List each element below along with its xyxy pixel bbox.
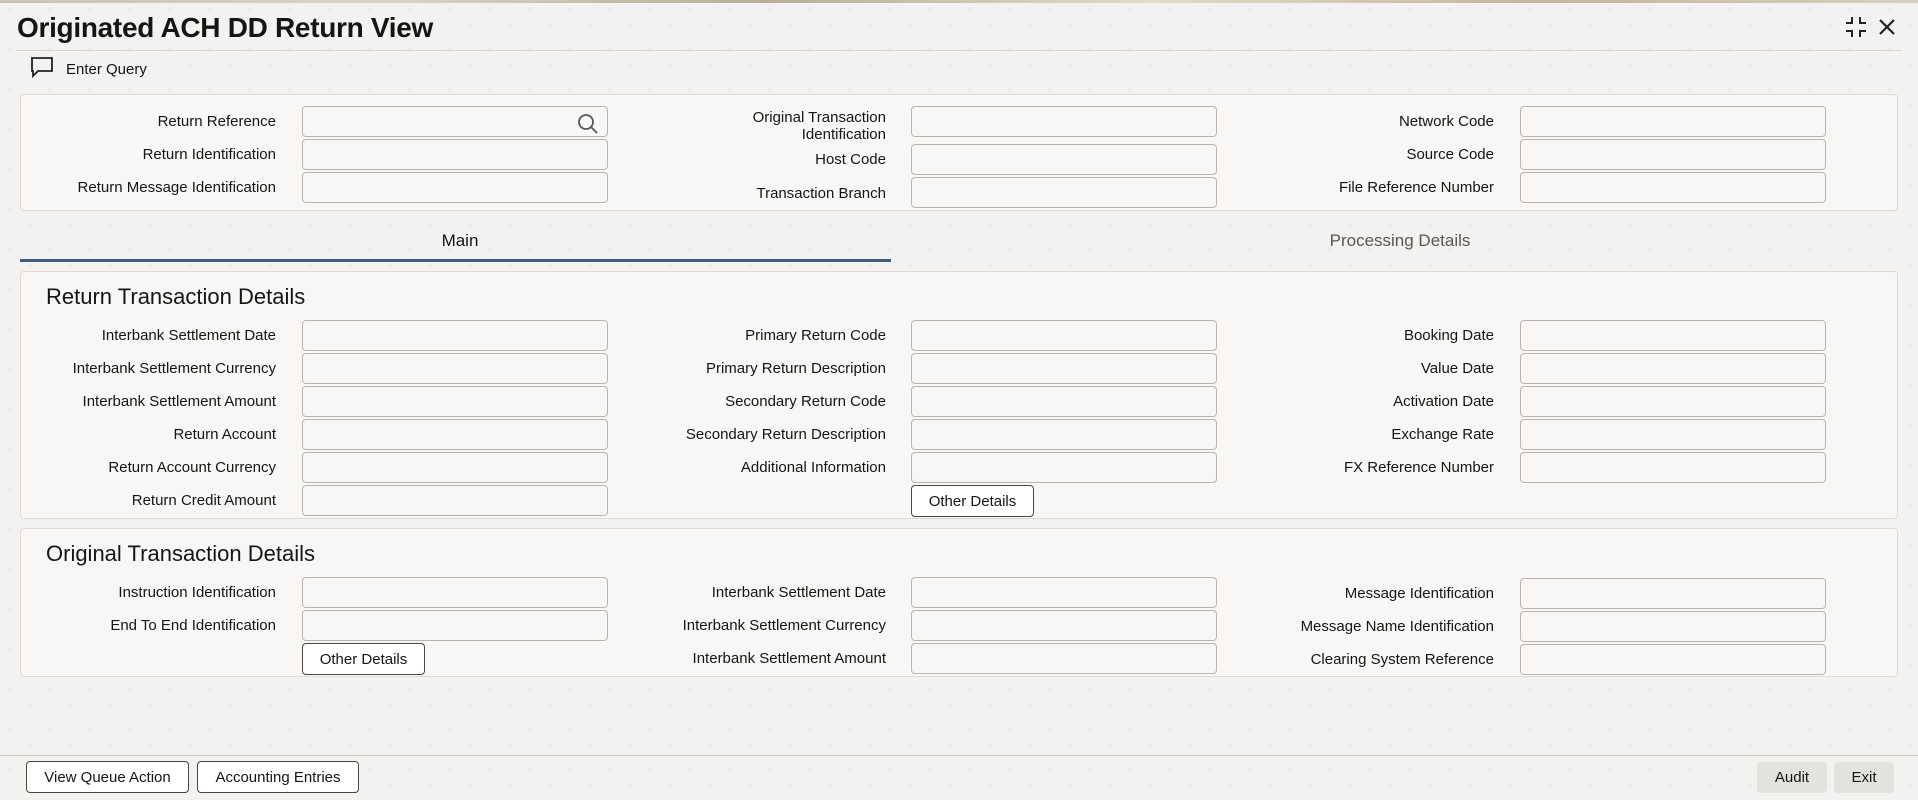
clearing-system-reference-field[interactable] <box>1520 644 1826 675</box>
top-decor-strip <box>0 0 1918 3</box>
rt-interbank-settlement-amount-label: Interbank Settlement Amount <box>82 393 276 410</box>
transaction-branch-field[interactable] <box>911 177 1217 208</box>
message-name-identification-label: Message Name Identification <box>1300 618 1494 635</box>
secondary-return-description-field[interactable] <box>911 419 1217 450</box>
activation-date-label: Activation Date <box>1393 393 1494 410</box>
clearing-system-reference-label: Clearing System Reference <box>1310 651 1494 668</box>
additional-information-field[interactable] <box>911 452 1217 483</box>
booking-date-label: Booking Date <box>1403 327 1494 344</box>
secondary-return-code-field[interactable] <box>911 386 1217 417</box>
booking-date-field[interactable] <box>1520 320 1826 351</box>
instruction-identification-label: Instruction Identification <box>118 584 276 601</box>
fx-reference-number-field[interactable] <box>1520 452 1826 483</box>
primary-return-description-label: Primary Return Description <box>705 360 886 377</box>
ot-other-details-button[interactable]: Other Details <box>302 643 425 675</box>
return-credit-amount-field[interactable] <box>302 485 608 516</box>
return-account-label: Return Account <box>173 426 276 443</box>
file-reference-number-label: File Reference Number <box>1338 179 1494 196</box>
enter-query-button[interactable]: Enter Query <box>30 57 147 81</box>
ot-interbank-settlement-currency-field[interactable] <box>911 610 1217 641</box>
ot-interbank-settlement-amount-field[interactable] <box>911 643 1217 674</box>
source-code-field[interactable] <box>1520 139 1826 170</box>
original-transaction-title: Original Transaction Details <box>46 541 316 566</box>
chat-bubble-icon <box>30 56 54 82</box>
audit-button[interactable]: Audit <box>1757 762 1827 793</box>
value-date-field[interactable] <box>1520 353 1826 384</box>
ot-interbank-settlement-currency-label: Interbank Settlement Currency <box>682 617 886 634</box>
rt-interbank-settlement-date-field[interactable] <box>302 320 608 351</box>
enter-query-label: Enter Query <box>66 60 147 78</box>
return-transaction-title: Return Transaction Details <box>46 284 306 309</box>
active-tab-indicator <box>20 259 891 262</box>
return-credit-amount-label: Return Credit Amount <box>131 492 276 509</box>
host-code-label: Host Code <box>815 151 886 168</box>
maximize-icon[interactable] <box>1843 14 1869 40</box>
rt-interbank-settlement-amount-field[interactable] <box>302 386 608 417</box>
message-name-identification-field[interactable] <box>1520 611 1826 642</box>
instruction-identification-field[interactable] <box>302 577 608 608</box>
view-queue-action-button[interactable]: View Queue Action <box>26 761 189 793</box>
network-code-field[interactable] <box>1520 106 1826 137</box>
tab-main[interactable]: Main <box>20 226 900 262</box>
source-code-label: Source Code <box>1406 146 1494 163</box>
rt-interbank-settlement-currency-field[interactable] <box>302 353 608 384</box>
close-icon[interactable] <box>1874 14 1900 40</box>
return-identification-field[interactable] <box>302 139 608 170</box>
primary-return-code-label: Primary Return Code <box>745 327 886 344</box>
tab-processing-details[interactable]: Processing Details <box>900 226 1900 262</box>
secondary-return-code-label: Secondary Return Code <box>725 393 886 410</box>
additional-information-label: Additional Information <box>740 459 886 476</box>
exchange-rate-label: Exchange Rate <box>1391 426 1494 443</box>
return-message-identification-label: Return Message Identification <box>77 179 276 196</box>
return-reference-field[interactable] <box>302 106 608 137</box>
end-to-end-identification-field[interactable] <box>302 610 608 641</box>
primary-return-description-field[interactable] <box>911 353 1217 384</box>
ot-interbank-settlement-amount-label: Interbank Settlement Amount <box>692 650 886 667</box>
exit-button[interactable]: Exit <box>1834 762 1894 793</box>
return-account-currency-label: Return Account Currency <box>108 459 276 476</box>
accounting-entries-button[interactable]: Accounting Entries <box>197 761 359 793</box>
rt-interbank-settlement-currency-label: Interbank Settlement Currency <box>72 360 276 377</box>
return-reference-label: Return Reference <box>157 113 276 130</box>
activation-date-field[interactable] <box>1520 386 1826 417</box>
ot-interbank-settlement-date-label: Interbank Settlement Date <box>711 584 886 601</box>
file-reference-number-field[interactable] <box>1520 172 1826 203</box>
return-account-field[interactable] <box>302 419 608 450</box>
return-message-identification-field[interactable] <box>302 172 608 203</box>
return-account-currency-field[interactable] <box>302 452 608 483</box>
original-transaction-identification-field[interactable] <box>911 106 1217 137</box>
title-divider <box>16 50 1902 51</box>
window-title: Originated ACH DD Return View <box>17 12 434 43</box>
transaction-branch-label: Transaction Branch <box>756 185 886 202</box>
exchange-rate-field[interactable] <box>1520 419 1826 450</box>
end-to-end-identification-label: End To End Identification <box>110 617 276 634</box>
original-transaction-identification-label: Original Transaction Identification <box>752 109 886 143</box>
message-identification-label: Message Identification <box>1344 585 1494 602</box>
search-icon[interactable] <box>577 113 599 135</box>
fx-reference-number-label: FX Reference Number <box>1343 459 1494 476</box>
host-code-field[interactable] <box>911 144 1217 175</box>
message-identification-field[interactable] <box>1520 578 1826 609</box>
secondary-return-description-label: Secondary Return Description <box>685 426 886 443</box>
ot-interbank-settlement-date-field[interactable] <box>911 577 1217 608</box>
rt-other-details-button[interactable]: Other Details <box>911 485 1034 517</box>
network-code-label: Network Code <box>1398 113 1494 130</box>
rt-interbank-settlement-date-label: Interbank Settlement Date <box>101 327 276 344</box>
footer-divider <box>0 755 1918 756</box>
primary-return-code-field[interactable] <box>911 320 1217 351</box>
value-date-label: Value Date <box>1420 360 1494 377</box>
return-identification-label: Return Identification <box>142 146 276 163</box>
